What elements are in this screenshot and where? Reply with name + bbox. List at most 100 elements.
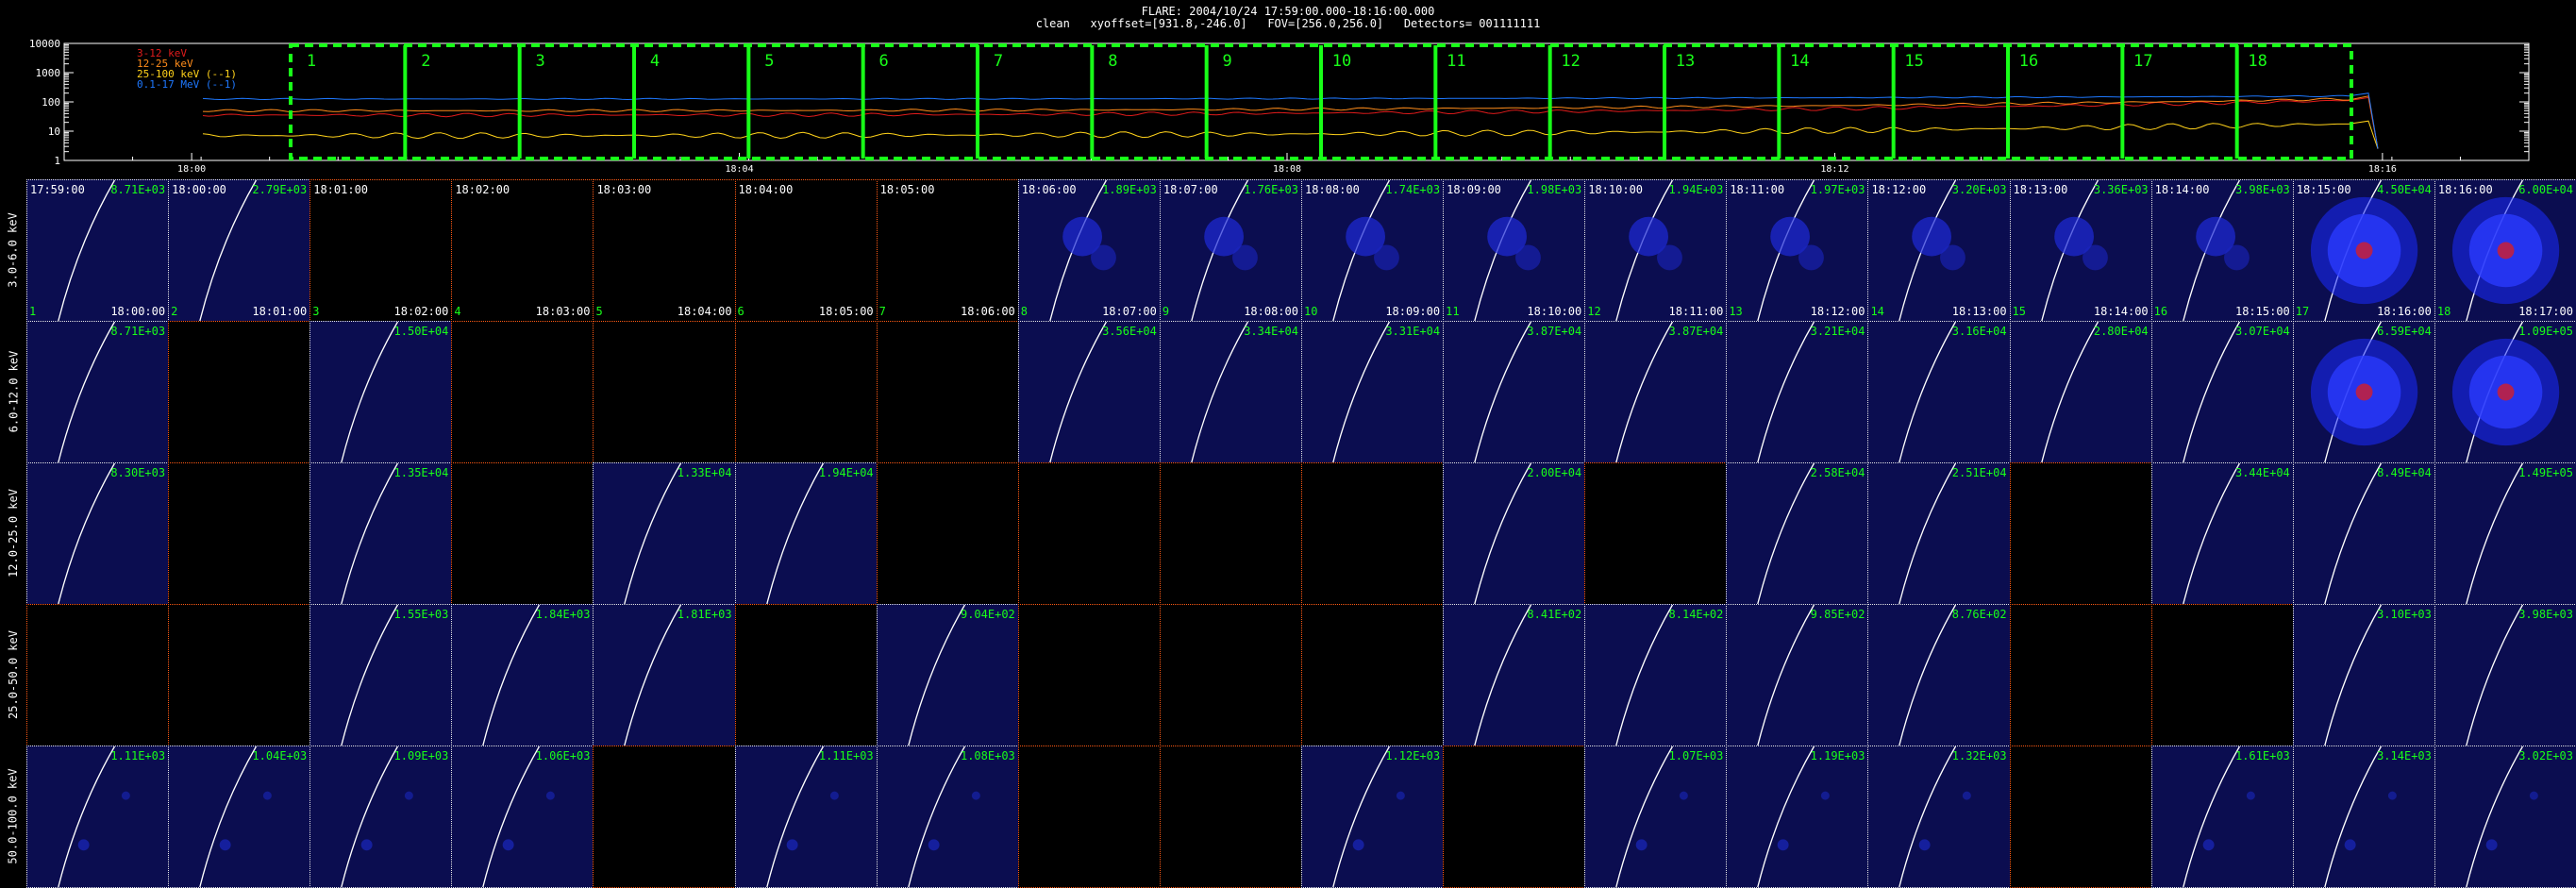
empty-panel[interactable] xyxy=(168,462,311,605)
image-max-value: 1.33E+04 xyxy=(677,466,732,479)
empty-panel[interactable]: 18:03:00 18:04:00 5 xyxy=(593,179,736,322)
empty-panel[interactable] xyxy=(876,321,1019,463)
image-panel[interactable]: 9.04E+02 xyxy=(876,604,1019,746)
empty-panel[interactable] xyxy=(1301,462,1445,605)
empty-panel[interactable] xyxy=(876,462,1019,605)
empty-panel[interactable] xyxy=(168,321,311,463)
empty-panel[interactable] xyxy=(1159,746,1302,888)
image-panel[interactable]: 1.32E+03 xyxy=(1867,746,2011,888)
empty-panel[interactable]: 18:01:00 18:02:00 3 xyxy=(309,179,453,322)
image-panel[interactable]: 3.56E+04 xyxy=(1017,321,1161,463)
image-panel[interactable]: 1.84E+03 xyxy=(451,604,594,746)
image-panel[interactable]: 3.98E+03 18:14:00 18:15:00 16 xyxy=(2150,179,2294,322)
image-panel[interactable]: 3.87E+04 xyxy=(1443,321,1586,463)
empty-panel[interactable] xyxy=(26,604,170,746)
empty-panel[interactable] xyxy=(1159,604,1302,746)
image-panel[interactable]: 1.35E+04 xyxy=(309,462,453,605)
image-panel[interactable]: 1.11E+03 xyxy=(26,746,170,888)
image-panel[interactable]: 3.31E+04 xyxy=(1301,321,1445,463)
empty-panel[interactable] xyxy=(593,321,736,463)
image-panel[interactable]: 3.07E+04 xyxy=(2150,321,2294,463)
image-panel[interactable]: 8.30E+03 xyxy=(26,462,170,605)
image-panel[interactable]: 1.33E+04 xyxy=(593,462,736,605)
image-panel[interactable]: 1.74E+03 18:08:00 18:09:00 10 xyxy=(1301,179,1445,322)
empty-panel[interactable] xyxy=(1584,462,1728,605)
image-panel[interactable]: 8.76E+02 xyxy=(1867,604,2011,746)
noise-speck xyxy=(503,839,514,851)
empty-panel[interactable] xyxy=(168,604,311,746)
image-panel[interactable]: 1.76E+03 18:07:00 18:08:00 9 xyxy=(1159,179,1302,322)
image-panel[interactable]: 3.34E+04 xyxy=(1159,321,1302,463)
interval-label: 15 xyxy=(1904,52,1923,71)
image-panel[interactable]: 3.36E+03 18:13:00 18:14:00 15 xyxy=(2009,179,2152,322)
empty-panel[interactable] xyxy=(2150,604,2294,746)
empty-panel[interactable] xyxy=(2009,746,2152,888)
image-panel[interactable]: 1.97E+03 18:11:00 18:12:00 13 xyxy=(1726,179,1869,322)
image-plot xyxy=(1615,180,1683,321)
image-panel[interactable]: 9.85E+02 xyxy=(1726,604,1869,746)
image-panel[interactable]: 1.94E+04 xyxy=(734,462,878,605)
empty-panel[interactable]: 18:04:00 18:05:00 6 xyxy=(734,179,878,322)
image-panel[interactable]: 8.71E+03 xyxy=(26,321,170,463)
image-panel[interactable]: 3.20E+03 18:12:00 18:13:00 14 xyxy=(1867,179,2011,322)
image-panel[interactable]: 1.07E+03 xyxy=(1584,746,1728,888)
image-panel[interactable]: 8.14E+02 xyxy=(1584,604,1728,746)
empty-panel[interactable] xyxy=(734,321,878,463)
empty-panel[interactable] xyxy=(451,321,594,463)
empty-panel[interactable] xyxy=(1017,604,1161,746)
interval-start-time: 18:08:00 xyxy=(1305,183,1360,196)
image-panel[interactable]: 1.94E+03 18:10:00 18:11:00 12 xyxy=(1584,179,1728,322)
empty-panel[interactable] xyxy=(2009,604,2152,746)
image-panel[interactable]: 2.00E+04 xyxy=(1443,462,1586,605)
image-panel[interactable]: 1.04E+03 xyxy=(168,746,311,888)
empty-panel[interactable]: 18:02:00 18:03:00 4 xyxy=(451,179,594,322)
image-panel[interactable]: 1.61E+03 xyxy=(2150,746,2294,888)
image-plot xyxy=(1757,463,1815,604)
image-panel[interactable]: 8.41E+02 xyxy=(1443,604,1586,746)
image-panel[interactable]: 3.98E+03 xyxy=(2434,604,2576,746)
image-panel[interactable]: 3.10E+03 xyxy=(2292,604,2435,746)
empty-panel[interactable] xyxy=(1159,462,1302,605)
image-panel[interactable]: 2.80E+04 xyxy=(2009,321,2152,463)
noise-speck xyxy=(1963,791,1972,800)
image-panel[interactable]: 8.49E+04 xyxy=(2292,462,2435,605)
solar-limb-arc xyxy=(1899,463,1957,604)
image-panel[interactable]: 3.21E+04 xyxy=(1726,321,1869,463)
interval-start-time: 18:06:00 xyxy=(1021,183,1077,196)
image-panel[interactable]: 3.44E+04 xyxy=(2150,462,2294,605)
empty-panel[interactable] xyxy=(593,746,736,888)
empty-panel[interactable] xyxy=(451,462,594,605)
image-panel[interactable]: 1.50E+04 xyxy=(309,321,453,463)
image-panel[interactable]: 8.71E+03 17:59:00 18:00:00 1 xyxy=(26,179,170,322)
image-panel[interactable]: 6.00E+04 18:16:00 18:17:00 18 xyxy=(2434,179,2576,322)
image-panel[interactable]: 1.09E+03 xyxy=(309,746,453,888)
image-panel[interactable]: 1.11E+03 xyxy=(734,746,878,888)
image-panel[interactable]: 1.81E+03 xyxy=(593,604,736,746)
image-panel[interactable]: 1.12E+03 xyxy=(1301,746,1445,888)
empty-panel[interactable]: 18:05:00 18:06:00 7 xyxy=(876,179,1019,322)
image-panel[interactable]: 3.87E+04 xyxy=(1584,321,1728,463)
empty-panel[interactable] xyxy=(1017,462,1161,605)
image-panel[interactable]: 1.98E+03 18:09:00 18:10:00 11 xyxy=(1443,179,1586,322)
image-panel[interactable]: 3.02E+03 xyxy=(2434,746,2576,888)
image-panel[interactable]: 6.59E+04 xyxy=(2292,321,2435,463)
empty-panel[interactable] xyxy=(1017,746,1161,888)
interval-end-time: 18:15:00 xyxy=(2234,305,2290,318)
empty-panel[interactable] xyxy=(734,604,878,746)
empty-panel[interactable] xyxy=(1301,604,1445,746)
image-panel[interactable]: 2.58E+04 xyxy=(1726,462,1869,605)
image-panel[interactable]: 1.19E+03 xyxy=(1726,746,1869,888)
image-panel[interactable]: 3.14E+03 xyxy=(2292,746,2435,888)
image-panel[interactable]: 2.51E+04 xyxy=(1867,462,2011,605)
image-panel[interactable]: 4.50E+04 18:15:00 18:16:00 17 xyxy=(2292,179,2435,322)
empty-panel[interactable] xyxy=(1443,746,1586,888)
image-panel[interactable]: 1.49E+05 xyxy=(2434,462,2576,605)
image-panel[interactable]: 1.06E+03 xyxy=(451,746,594,888)
image-panel[interactable]: 1.08E+03 xyxy=(876,746,1019,888)
image-panel[interactable]: 1.89E+03 18:06:00 18:07:00 8 xyxy=(1017,179,1161,322)
empty-panel[interactable] xyxy=(2009,462,2152,605)
image-panel[interactable]: 1.55E+03 xyxy=(309,604,453,746)
image-panel[interactable]: 1.09E+05 xyxy=(2434,321,2576,463)
image-panel[interactable]: 2.79E+03 18:00:00 18:01:00 2 xyxy=(168,179,311,322)
image-panel[interactable]: 3.16E+04 xyxy=(1867,321,2011,463)
